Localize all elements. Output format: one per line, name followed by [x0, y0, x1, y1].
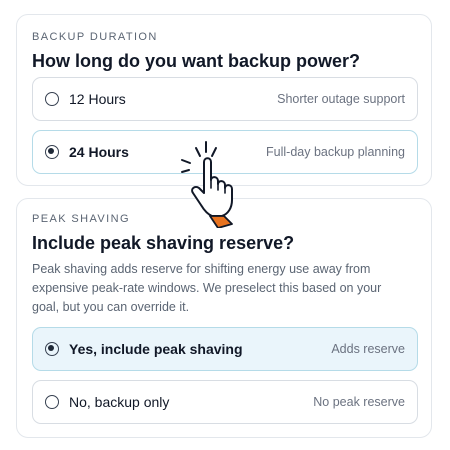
option-note: Adds reserve	[331, 342, 405, 356]
option-note: Shorter outage support	[277, 92, 405, 106]
page: BACKUP DURATION How long do you want bac…	[0, 0, 450, 450]
peak-shaving-description: Peak shaving adds reserve for shifting e…	[32, 262, 382, 314]
radio-no-backup-only[interactable]	[45, 395, 59, 409]
peak-shaving-card: PEAK SHAVING Include peak shaving reserv…	[16, 198, 432, 438]
option-note: Full-day backup planning	[266, 145, 405, 159]
section-eyebrow-peak-shaving: PEAK SHAVING	[32, 213, 130, 225]
radio-12-hours[interactable]	[45, 92, 59, 106]
option-label: 24 Hours	[69, 144, 129, 160]
radio-yes-peak-shaving[interactable]	[45, 342, 59, 356]
question-backup-duration: How long do you want backup power?	[32, 51, 360, 71]
option-24-hours[interactable]: 24 Hours Full-day backup planning	[32, 130, 418, 174]
option-label: Yes, include peak shaving	[69, 341, 243, 357]
option-yes-peak-shaving[interactable]: Yes, include peak shaving Adds reserve	[32, 327, 418, 371]
option-no-backup-only[interactable]: No, backup only No peak reserve	[32, 380, 418, 424]
backup-duration-card: BACKUP DURATION How long do you want bac…	[16, 14, 432, 186]
option-12-hours[interactable]: 12 Hours Shorter outage support	[32, 77, 418, 121]
section-eyebrow-backup-duration: BACKUP DURATION	[32, 31, 158, 43]
radio-24-hours[interactable]	[45, 145, 59, 159]
question-peak-shaving: Include peak shaving reserve?	[32, 233, 295, 253]
option-label: 12 Hours	[69, 91, 126, 107]
option-note: No peak reserve	[313, 395, 405, 409]
option-label: No, backup only	[69, 394, 170, 410]
